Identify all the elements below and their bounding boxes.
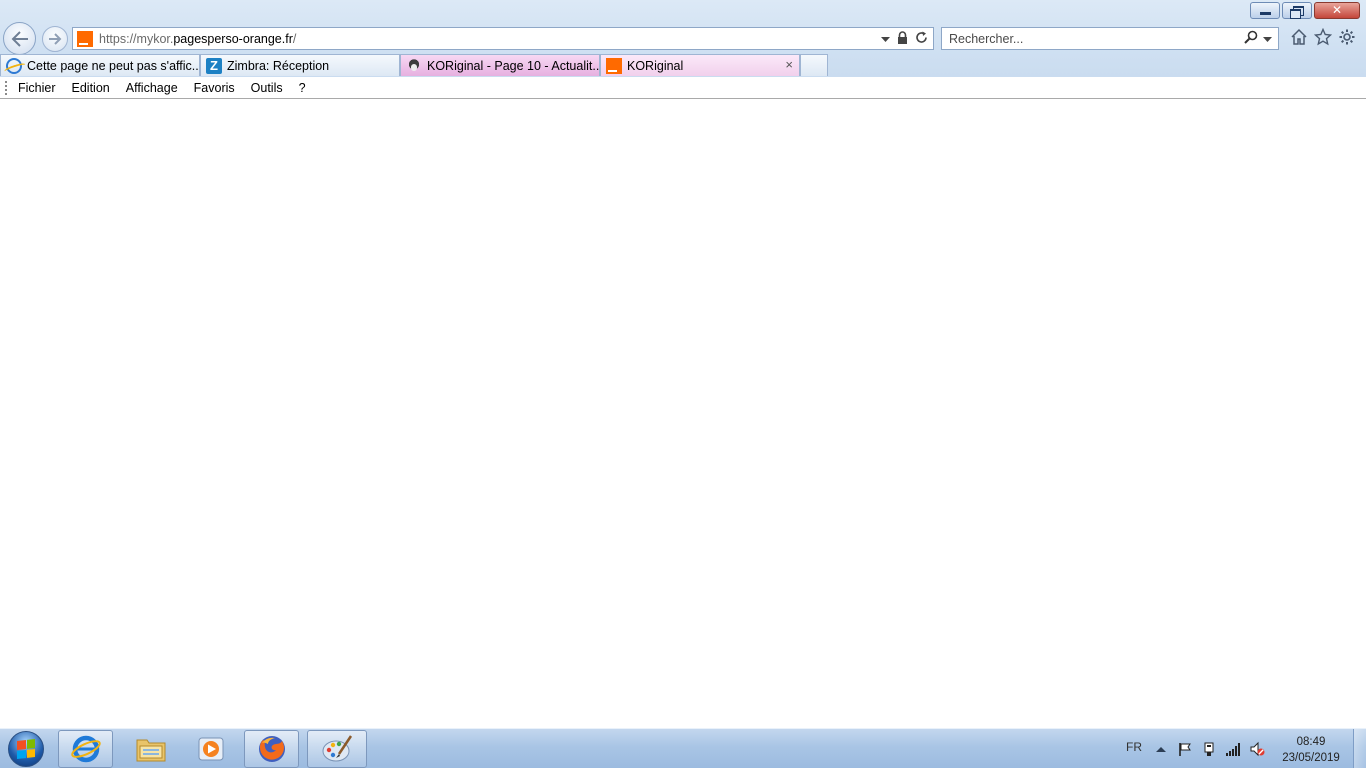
- browser-command-icons: [1290, 27, 1356, 46]
- system-tray: [1153, 741, 1265, 757]
- favorites-star-icon[interactable]: [1313, 27, 1333, 46]
- paint-icon: [322, 735, 353, 762]
- search-box[interactable]: [941, 27, 1279, 50]
- menu-affichage[interactable]: Affichage: [126, 81, 178, 95]
- tab-koriginal[interactable]: KORiginal ×: [600, 54, 800, 76]
- orange-icon: [606, 57, 622, 74]
- lock-icon[interactable]: [897, 30, 908, 47]
- window-caption-buttons: ✕: [1250, 2, 1360, 19]
- url-subdomain: mykor.: [136, 31, 174, 46]
- tab-label: KORiginal - Page 10 - Actualit...: [427, 58, 600, 73]
- browser-chrome: ✕ https://mykor.pagesperso-orange.fr/ Re…: [0, 0, 1366, 99]
- close-window-button[interactable]: ✕: [1314, 2, 1360, 19]
- arrow-right-icon: [49, 33, 62, 45]
- language-indicator[interactable]: FR: [1126, 740, 1142, 754]
- ie-icon: [6, 57, 22, 74]
- taskbar-paint[interactable]: [307, 730, 367, 768]
- refresh-icon[interactable]: [915, 31, 928, 47]
- back-button[interactable]: [3, 22, 36, 55]
- tab-label: Cette page ne peut pas s'affic...: [27, 58, 200, 73]
- taskbar-firefox[interactable]: [244, 730, 299, 768]
- page-content: [0, 99, 1366, 728]
- menu-bar: Fichier Edition Affichage Favoris Outils…: [0, 77, 1366, 99]
- menu-fichier[interactable]: Fichier: [18, 81, 56, 95]
- tab-error-page[interactable]: Cette page ne peut pas s'affic...: [0, 54, 200, 76]
- gear-icon[interactable]: [1338, 28, 1356, 46]
- new-tab-button[interactable]: [800, 54, 828, 76]
- taskbar: FR 08:49 23/05/2019: [0, 728, 1366, 768]
- tab-label: Zimbra: Réception: [227, 58, 330, 73]
- close-icon: ✕: [1331, 3, 1343, 17]
- toolbar-grip: [5, 81, 7, 95]
- windows-flag-icon: [17, 739, 35, 759]
- tab-strip: Cette page ne peut pas s'affic... Z Zimb…: [0, 54, 828, 76]
- menu-outils[interactable]: Outils: [251, 81, 283, 95]
- file-explorer-icon: [136, 739, 165, 762]
- media-player-icon: [198, 737, 223, 761]
- orange-favicon-icon: [77, 30, 93, 47]
- clock-date: 23/05/2019: [1282, 752, 1340, 764]
- minimize-button[interactable]: [1250, 2, 1280, 19]
- dropdown-arrow-icon[interactable]: [881, 32, 890, 46]
- url-path: /: [292, 31, 297, 46]
- menu-help[interactable]: ?: [299, 81, 306, 95]
- action-center-flag-icon[interactable]: [1177, 741, 1193, 757]
- forward-button[interactable]: [42, 26, 68, 52]
- tab-koriginal-page10[interactable]: KORiginal - Page 10 - Actualit...: [400, 54, 600, 76]
- zimbra-icon: Z: [206, 57, 222, 74]
- safely-remove-hardware-icon[interactable]: [1201, 741, 1217, 757]
- network-signal-icon[interactable]: [1225, 741, 1241, 757]
- url-scheme: https://: [99, 31, 137, 46]
- start-button[interactable]: [4, 729, 48, 768]
- menu-edition[interactable]: Edition: [72, 81, 110, 95]
- taskbar-internet-explorer[interactable]: [58, 730, 113, 768]
- url-text[interactable]: https://mykor.pagesperso-orange.fr/: [99, 32, 296, 46]
- volume-muted-icon[interactable]: [1249, 741, 1265, 757]
- penguin-icon: [406, 57, 422, 74]
- show-hidden-icons-icon[interactable]: [1153, 741, 1169, 757]
- restore-button[interactable]: [1282, 2, 1312, 19]
- tab-close-icon[interactable]: ×: [785, 57, 793, 72]
- arrow-left-icon: [11, 30, 28, 47]
- firefox-icon: [258, 736, 285, 762]
- url-host: pagesperso-orange.fr: [173, 31, 293, 46]
- taskbar-file-explorer[interactable]: [123, 730, 178, 768]
- tab-label: KORiginal: [627, 58, 684, 73]
- search-input[interactable]: [949, 31, 1229, 46]
- menu-favoris[interactable]: Favoris: [194, 81, 235, 95]
- show-desktop-button[interactable]: [1353, 729, 1366, 768]
- search-dropdown-icon[interactable]: [1263, 32, 1272, 46]
- search-icon[interactable]: [1244, 30, 1258, 47]
- taskbar-media-player[interactable]: [183, 730, 238, 768]
- internet-explorer-icon: [70, 735, 101, 763]
- home-icon[interactable]: [1290, 28, 1308, 46]
- tab-zimbra[interactable]: Z Zimbra: Réception: [200, 54, 400, 76]
- clock-time: 08:49: [1296, 736, 1326, 748]
- address-bar[interactable]: https://mykor.pagesperso-orange.fr/: [72, 27, 934, 50]
- clock[interactable]: 08:49 23/05/2019: [1276, 734, 1346, 766]
